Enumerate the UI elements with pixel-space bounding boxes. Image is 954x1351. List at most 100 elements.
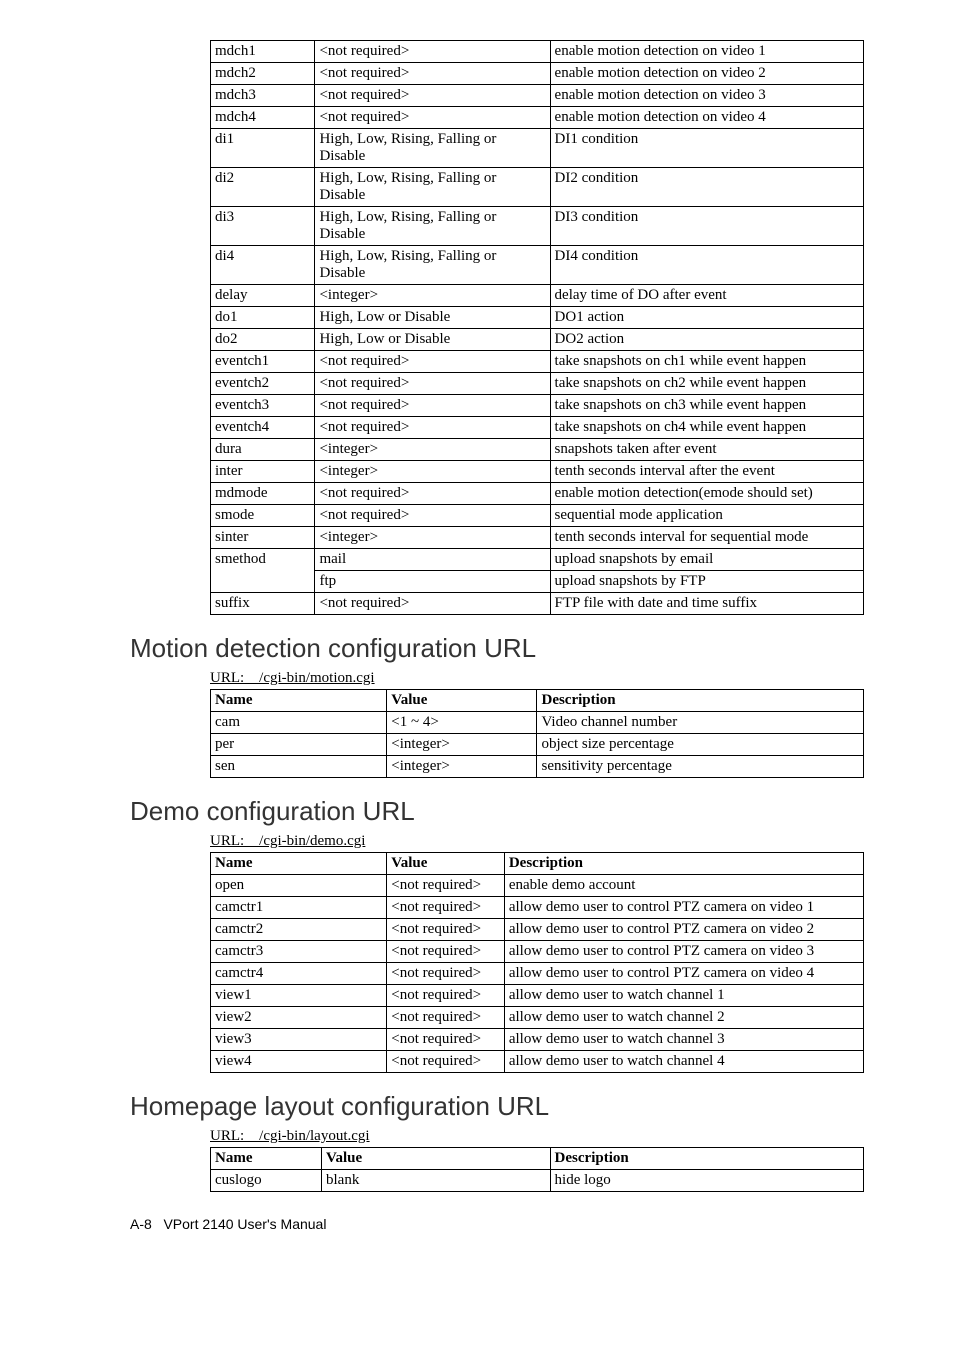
cell-desc: enable demo account bbox=[504, 875, 863, 897]
cell-desc: take snapshots on ch3 while event happen bbox=[550, 395, 863, 417]
col-desc: Description bbox=[504, 853, 863, 875]
table-row: sen<integer>sensitivity percentage bbox=[211, 756, 864, 778]
cell-desc: DI3 condition bbox=[550, 207, 863, 246]
cell-value: <not required> bbox=[315, 41, 550, 63]
cell-name: view1 bbox=[211, 985, 387, 1007]
cell-value: <not required> bbox=[387, 1051, 505, 1073]
cell-desc: tenth seconds interval for sequential mo… bbox=[550, 527, 863, 549]
table-row: di1High, Low, Rising, Falling or Disable… bbox=[211, 129, 864, 168]
cell-value: <not required> bbox=[387, 875, 505, 897]
table-row: eventch2<not required>take snapshots on … bbox=[211, 373, 864, 395]
table-row: do1High, Low or DisableDO1 action bbox=[211, 307, 864, 329]
cell-desc: DI4 condition bbox=[550, 246, 863, 285]
cell-value: <not required> bbox=[315, 351, 550, 373]
col-name: Name bbox=[211, 1148, 322, 1170]
cell-name: view3 bbox=[211, 1029, 387, 1051]
table-row: camctr2<not required>allow demo user to … bbox=[211, 919, 864, 941]
cell-desc: allow demo user to watch channel 4 bbox=[504, 1051, 863, 1073]
cell-value: <not required> bbox=[315, 417, 550, 439]
cell-name: do2 bbox=[211, 329, 315, 351]
cell-name: camctr2 bbox=[211, 919, 387, 941]
cell-name: mdmode bbox=[211, 483, 315, 505]
cell-name: do1 bbox=[211, 307, 315, 329]
cell-value: <integer> bbox=[315, 285, 550, 307]
cell-value: High, Low, Rising, Falling or Disable bbox=[315, 129, 550, 168]
cell-desc: allow demo user to watch channel 3 bbox=[504, 1029, 863, 1051]
cell-name: mdch1 bbox=[211, 41, 315, 63]
table-row: open<not required>enable demo account bbox=[211, 875, 864, 897]
section4-body: URL: /cgi-bin/layout.cgi Name Value Desc… bbox=[210, 1128, 864, 1192]
cell-value: ftp bbox=[315, 571, 550, 593]
cell-name: cam bbox=[211, 712, 387, 734]
cell-name: suffix bbox=[211, 593, 315, 615]
table-row: eventch4<not required>take snapshots on … bbox=[211, 417, 864, 439]
cell-desc: enable motion detection on video 4 bbox=[550, 107, 863, 129]
cell-name: cuslogo bbox=[211, 1170, 322, 1192]
cell-value: <not required> bbox=[387, 919, 505, 941]
page-number: A-8 bbox=[130, 1216, 152, 1232]
col-name: Name bbox=[211, 853, 387, 875]
cell-value: <not required> bbox=[387, 1007, 505, 1029]
cell-desc: sequential mode application bbox=[550, 505, 863, 527]
manual-title: VPort 2140 User's Manual bbox=[163, 1216, 326, 1232]
cell-name: mdch2 bbox=[211, 63, 315, 85]
cell-name: sinter bbox=[211, 527, 315, 549]
cell-value: High, Low or Disable bbox=[315, 329, 550, 351]
cell-desc: allow demo user to control PTZ camera on… bbox=[504, 897, 863, 919]
cell-value: <not required> bbox=[315, 505, 550, 527]
table-row: eventch1<not required>take snapshots on … bbox=[211, 351, 864, 373]
cell-value: <not required> bbox=[387, 985, 505, 1007]
col-desc: Description bbox=[537, 690, 864, 712]
cell-desc: enable motion detection(emode should set… bbox=[550, 483, 863, 505]
cell-name: camctr3 bbox=[211, 941, 387, 963]
cell-value: <not required> bbox=[315, 107, 550, 129]
cell-name: smethod bbox=[211, 549, 315, 593]
cell-name: di3 bbox=[211, 207, 315, 246]
table-row: mdch1<not required>enable motion detecti… bbox=[211, 41, 864, 63]
section3-title: Demo configuration URL bbox=[130, 796, 864, 827]
table-row: view3<not required>allow demo user to wa… bbox=[211, 1029, 864, 1051]
cell-name: mdch3 bbox=[211, 85, 315, 107]
section2-table: Name Value Description cam<1 ~ 4>Video c… bbox=[210, 689, 864, 778]
col-value: Value bbox=[322, 1148, 551, 1170]
cell-value: <not required> bbox=[315, 395, 550, 417]
cell-desc: snapshots taken after event bbox=[550, 439, 863, 461]
cell-name: sen bbox=[211, 756, 387, 778]
cell-name: di4 bbox=[211, 246, 315, 285]
cell-desc: DI1 condition bbox=[550, 129, 863, 168]
section3-table: Name Value Description open<not required… bbox=[210, 852, 864, 1073]
cell-name: eventch3 bbox=[211, 395, 315, 417]
cell-desc: take snapshots on ch2 while event happen bbox=[550, 373, 863, 395]
section2-title: Motion detection configuration URL bbox=[130, 633, 864, 664]
cell-desc: allow demo user to control PTZ camera on… bbox=[504, 963, 863, 985]
section4-table: Name Value Description cuslogoblankhide … bbox=[210, 1147, 864, 1192]
cell-value: High, Low or Disable bbox=[315, 307, 550, 329]
cell-value: <not required> bbox=[387, 941, 505, 963]
cell-value: <integer> bbox=[315, 527, 550, 549]
cell-value: <not required> bbox=[387, 897, 505, 919]
cell-value: High, Low, Rising, Falling or Disable bbox=[315, 207, 550, 246]
col-desc: Description bbox=[550, 1148, 863, 1170]
table-row: cam<1 ~ 4>Video channel number bbox=[211, 712, 864, 734]
cell-name: eventch2 bbox=[211, 373, 315, 395]
cell-value: High, Low, Rising, Falling or Disable bbox=[315, 168, 550, 207]
cell-desc: DO2 action bbox=[550, 329, 863, 351]
cell-name: view4 bbox=[211, 1051, 387, 1073]
cell-desc: upload snapshots by FTP bbox=[550, 571, 863, 593]
cell-desc: Video channel number bbox=[537, 712, 864, 734]
col-name: Name bbox=[211, 690, 387, 712]
cell-value: <not required> bbox=[315, 63, 550, 85]
cell-desc: allow demo user to control PTZ camera on… bbox=[504, 941, 863, 963]
table-row: dura<integer>snapshots taken after event bbox=[211, 439, 864, 461]
table-row: camctr1<not required>allow demo user to … bbox=[211, 897, 864, 919]
cell-value: <integer> bbox=[315, 439, 550, 461]
table-row: mdch4<not required>enable motion detecti… bbox=[211, 107, 864, 129]
cell-desc: hide logo bbox=[550, 1170, 863, 1192]
section4-title: Homepage layout configuration URL bbox=[130, 1091, 864, 1122]
col-value: Value bbox=[387, 690, 537, 712]
table-row: mdch3<not required>enable motion detecti… bbox=[211, 85, 864, 107]
table-row: suffix<not required>FTP file with date a… bbox=[211, 593, 864, 615]
table-row: inter<integer>tenth seconds interval aft… bbox=[211, 461, 864, 483]
cell-name: delay bbox=[211, 285, 315, 307]
cell-value: High, Low, Rising, Falling or Disable bbox=[315, 246, 550, 285]
